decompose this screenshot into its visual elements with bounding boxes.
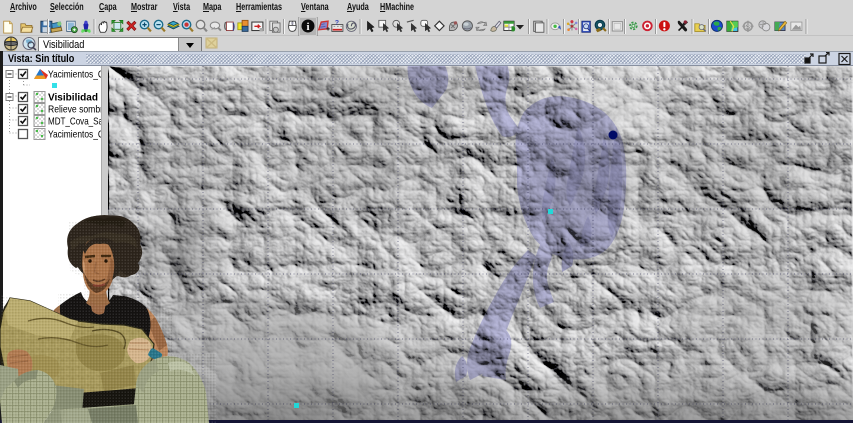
svg-text:$: $ [746, 24, 750, 31]
svg-text:Relieve sombr: Relieve sombr [48, 104, 101, 116]
svg-text:?: ? [335, 20, 339, 27]
svg-text:Yacimientos_C: Yacimientos_C [48, 69, 101, 81]
svg-text:MDT_Cova_Sa: MDT_Cova_Sa [48, 116, 101, 128]
svg-text:i: i [306, 21, 309, 33]
svg-text:Yacimientos_C: Yacimientos_C [48, 129, 101, 141]
svg-text:Visibilidad: Visibilidad [48, 92, 98, 104]
